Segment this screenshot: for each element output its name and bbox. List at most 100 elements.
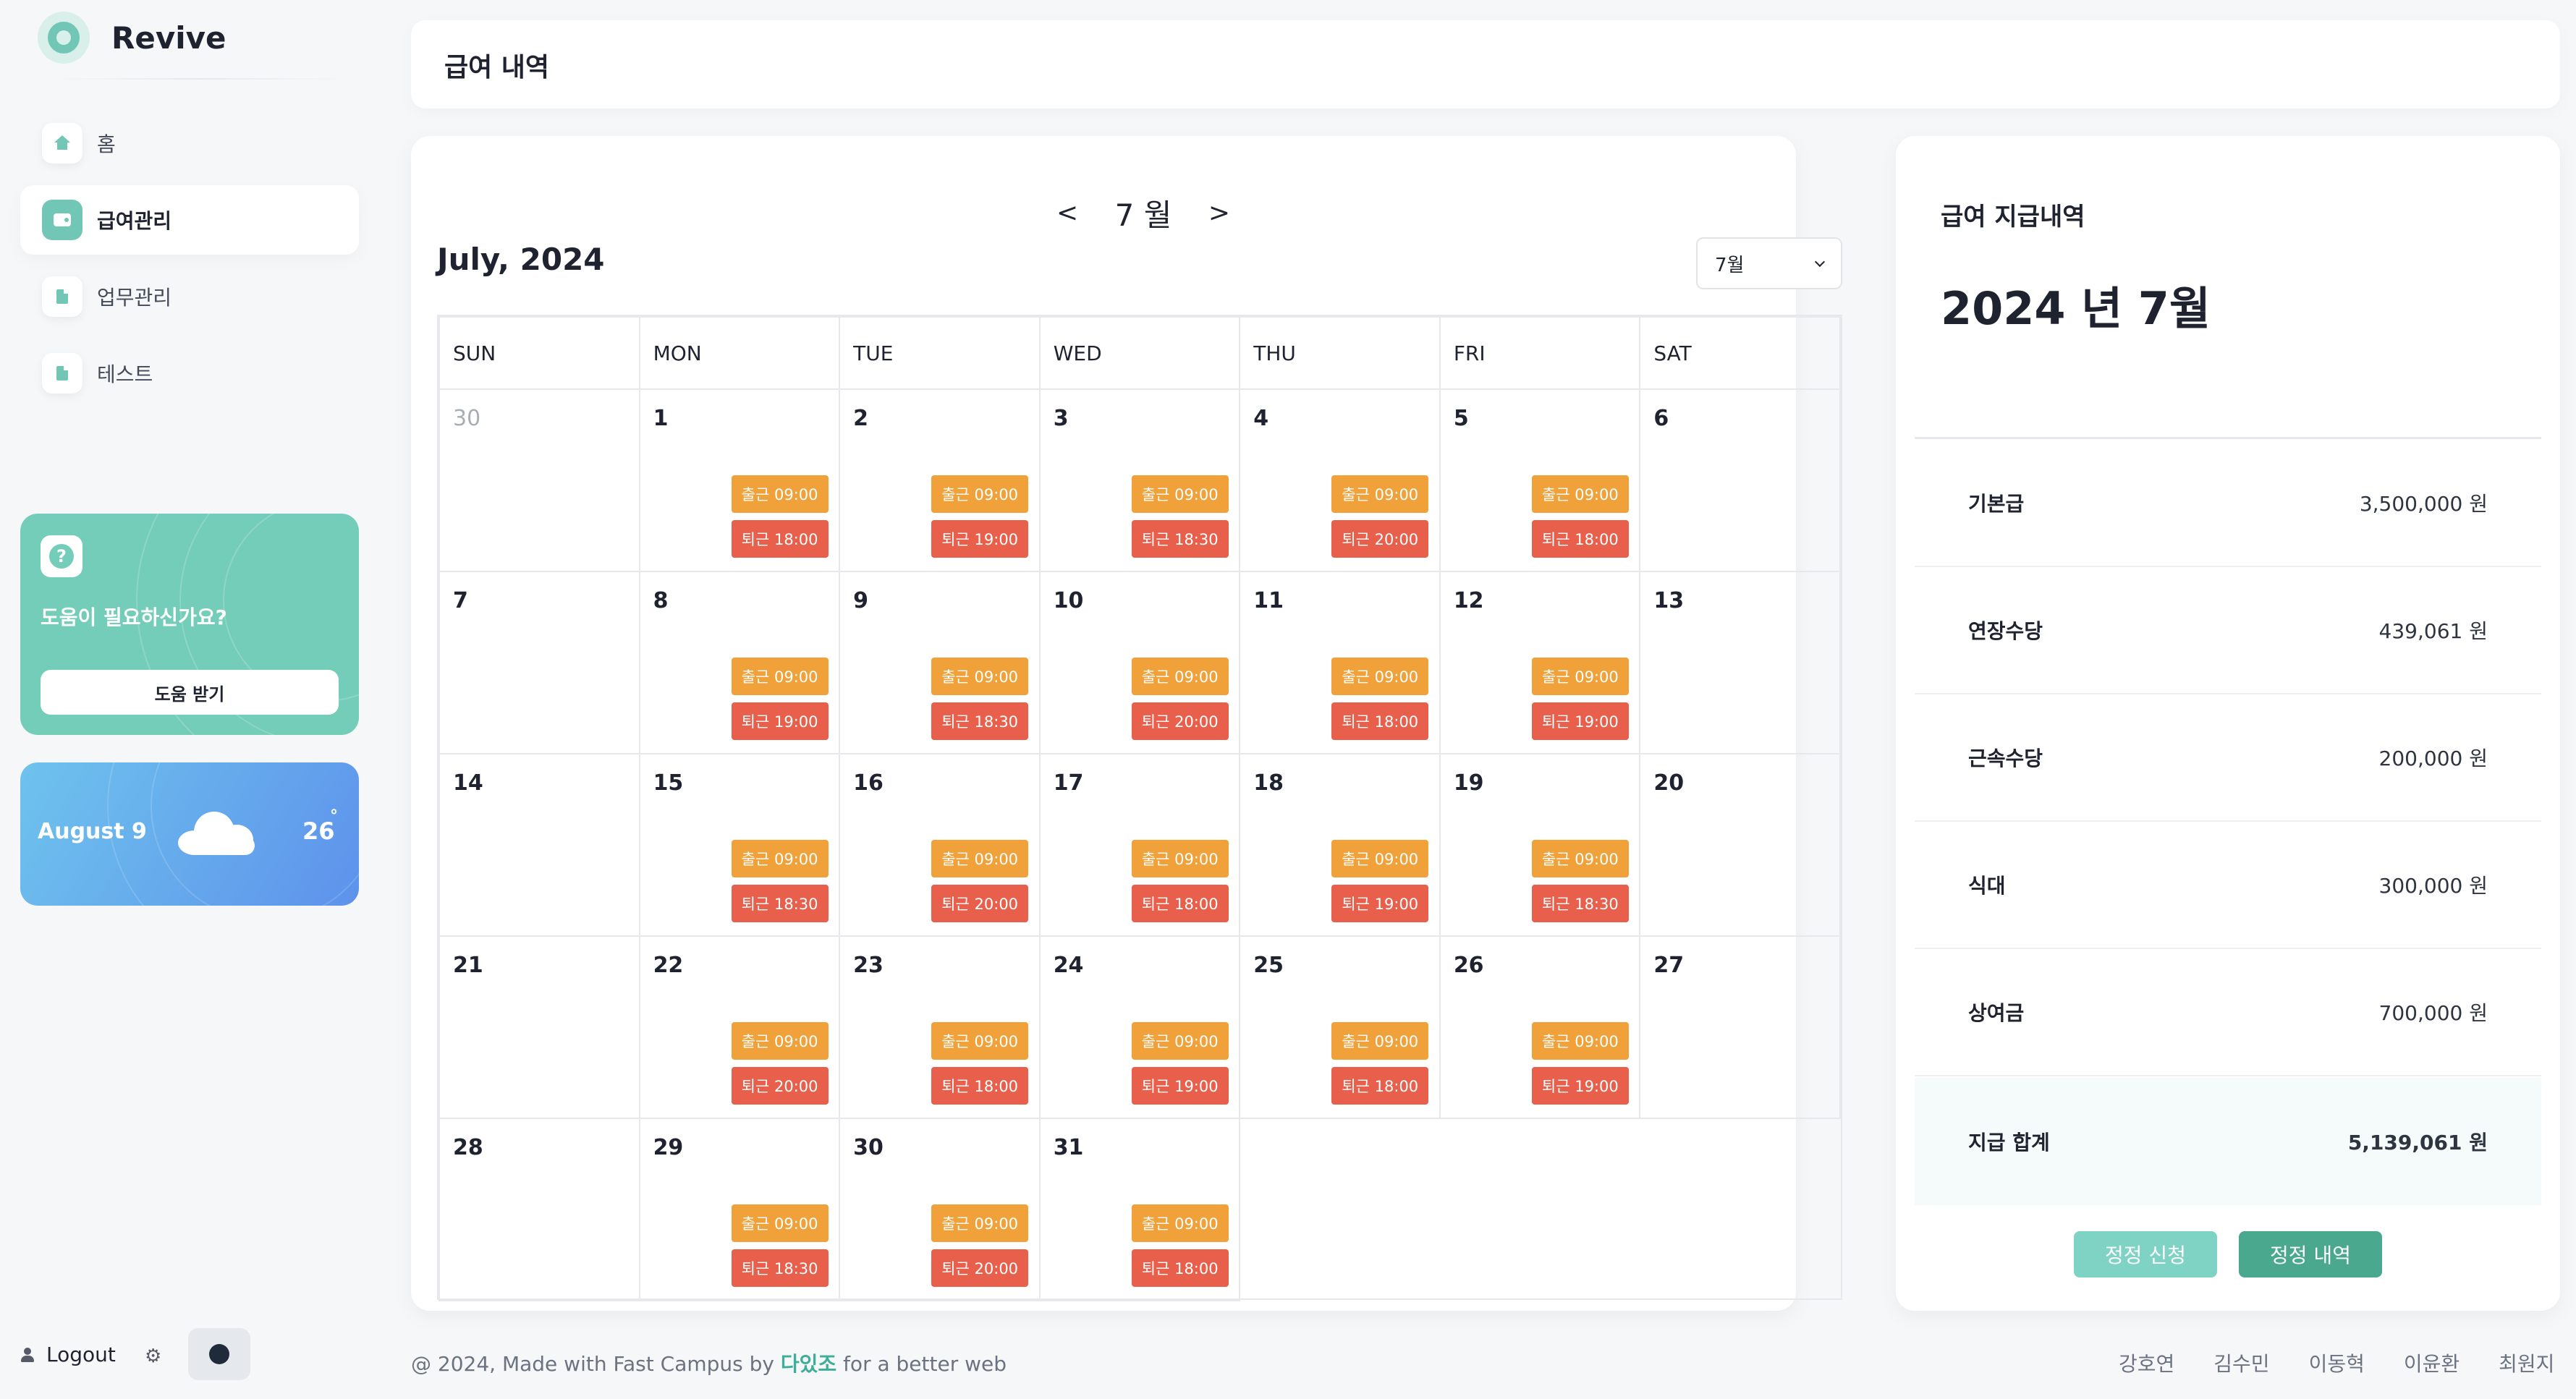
- day-number: 7: [453, 588, 468, 613]
- help-card: ? 도움이 필요하신가요? 도움 받기: [20, 514, 359, 735]
- calendar-day-cell[interactable]: 6: [1639, 388, 1841, 572]
- month-select[interactable]: 7월: [1696, 237, 1842, 289]
- clock-out-badge: 퇴근 18:00: [1531, 520, 1629, 558]
- calendar-day-cell[interactable]: 14: [438, 753, 640, 937]
- clock-in-badge: 출근 09:00: [731, 840, 829, 877]
- calendar-day-cell[interactable]: 25 출근 09:00 퇴근 18:00: [1239, 935, 1441, 1119]
- clock-in-badge: 출근 09:00: [1331, 840, 1429, 877]
- calendar-day-cell[interactable]: 8 출근 09:00 퇴근 19:00: [638, 571, 841, 754]
- calendar-day-cell[interactable]: 18 출근 09:00 퇴근 19:00: [1239, 753, 1441, 937]
- pay-divider: [1915, 437, 2541, 439]
- clock-out-badge: 퇴근 20:00: [1331, 520, 1429, 558]
- clock-in-badge: 출근 09:00: [1331, 1022, 1429, 1060]
- calendar-day-cell[interactable]: 12 출근 09:00 퇴근 19:00: [1439, 571, 1641, 754]
- clock-out-badge: 퇴근 19:00: [1131, 1067, 1229, 1105]
- footer-link[interactable]: 이동혁: [2309, 1348, 2365, 1377]
- calendar-day-cell[interactable]: 4 출근 09:00 퇴근 20:00: [1239, 388, 1441, 572]
- footer-link[interactable]: 최원지: [2499, 1348, 2554, 1377]
- calendar-day-cell[interactable]: 26 출근 09:00 퇴근 19:00: [1439, 935, 1641, 1119]
- calendar-day-cell[interactable]: 11 출근 09:00 퇴근 18:00: [1239, 571, 1441, 754]
- correction-request-button[interactable]: 정정 신청: [2074, 1231, 2217, 1277]
- sidebar-item-payroll[interactable]: 급여관리: [20, 185, 359, 255]
- calendar-day-cell[interactable]: 23 출근 09:00 퇴근 18:00: [839, 935, 1041, 1119]
- calendar-day-cell[interactable]: 30 출근 09:00 퇴근 20:00: [839, 1118, 1041, 1301]
- calendar-day-cell[interactable]: 28: [438, 1118, 640, 1301]
- pay-heading: 급여 지급내역: [1941, 203, 2085, 231]
- day-number: 17: [1053, 770, 1084, 796]
- calendar-day-cell[interactable]: 7: [438, 571, 640, 754]
- clock-out-badge: 퇴근 20:00: [931, 885, 1029, 922]
- clock-out-badge: 퇴근 18:30: [731, 885, 829, 922]
- calendar-day-cell[interactable]: 17 출근 09:00 퇴근 18:00: [1038, 753, 1241, 937]
- calendar-day-cell[interactable]: 21: [438, 935, 640, 1119]
- day-number: 23: [853, 953, 884, 978]
- day-number: 16: [853, 770, 884, 796]
- day-number: 1: [653, 406, 669, 431]
- calendar-day-cell[interactable]: 20: [1639, 753, 1841, 937]
- pay-row-value: 200,000 원: [2378, 747, 2488, 770]
- calendar-day-cell[interactable]: 2 출근 09:00 퇴근 19:00: [839, 388, 1041, 572]
- footer-links: 강호연 김수민 이동혁 이윤환 최원지: [2119, 1348, 2554, 1377]
- pay-row-label: 상여금: [1968, 1001, 2025, 1025]
- calendar-day-cell[interactable]: 15 출근 09:00 퇴근 18:30: [638, 753, 841, 937]
- gear-icon[interactable]: ⚙: [145, 1345, 161, 1367]
- calendar-day-cell[interactable]: 24 출근 09:00 퇴근 19:00: [1038, 935, 1241, 1119]
- logout-button[interactable]: Logout: [20, 1343, 116, 1366]
- calendar-day-cell[interactable]: 10 출근 09:00 퇴근 20:00: [1038, 571, 1241, 754]
- footer-credit: @ 2024, Made with Fast Campus by 다있조 for…: [411, 1348, 1007, 1377]
- weekday-header-cell: SUN: [438, 316, 640, 390]
- footer-link[interactable]: 김수민: [2213, 1348, 2269, 1377]
- calendar-day-cell[interactable]: 16 출근 09:00 퇴근 20:00: [839, 753, 1041, 937]
- sidebar-item-test[interactable]: 테스트: [20, 339, 359, 408]
- clock-in-badge: 출근 09:00: [1131, 1204, 1229, 1242]
- footer-team-link[interactable]: 다있조: [781, 1352, 836, 1376]
- day-number: 9: [853, 588, 868, 613]
- sidebar-item-label: 테스트: [97, 362, 153, 386]
- pay-row-value: 300,000 원: [2378, 874, 2488, 898]
- calendar-day-cell[interactable]: 9 출근 09:00 퇴근 18:30: [839, 571, 1041, 754]
- calendar-day-cell[interactable]: 5 출근 09:00 퇴근 18:00: [1439, 388, 1641, 572]
- sidebar-item-tasks[interactable]: 업무관리: [20, 262, 359, 331]
- day-number: 26: [1453, 953, 1484, 978]
- calendar-day-cell[interactable]: 19 출근 09:00 퇴근 18:30: [1439, 753, 1641, 937]
- brand-logo[interactable]: Revive: [38, 9, 356, 67]
- pay-row-label: 식대: [1968, 874, 2006, 898]
- help-title: 도움이 필요하신가요?: [41, 605, 227, 629]
- weekday-header-cell: THU: [1239, 316, 1441, 390]
- pay-total-value: 5,139,061 원: [2347, 1131, 2488, 1155]
- get-help-button[interactable]: 도움 받기: [41, 670, 339, 715]
- day-number: 22: [653, 953, 684, 978]
- calendar-week-row: 7 8 출근 09:00 퇴근 19:00 9 출근 09:00 퇴근 18:30 10 출근 …: [438, 571, 1841, 754]
- next-month-button[interactable]: >: [1208, 198, 1230, 228]
- clock-out-badge: 퇴근 18:30: [931, 702, 1029, 740]
- clock-out-badge: 퇴근 18:30: [1531, 885, 1629, 922]
- prev-month-button[interactable]: <: [1056, 198, 1078, 228]
- clock-out-badge: 퇴근 20:00: [731, 1067, 829, 1105]
- day-number: 29: [653, 1135, 684, 1160]
- day-number: 14: [453, 770, 483, 796]
- calendar-day-cell[interactable]: 30: [438, 388, 640, 572]
- footer-link[interactable]: 강호연: [2119, 1348, 2174, 1377]
- question-icon: ?: [41, 535, 82, 577]
- calendar-week-row: 21 22 출근 09:00 퇴근 20:00 23 출근 09:00 퇴근 18:00 24…: [438, 935, 1841, 1119]
- brand-name: Revive: [111, 20, 226, 56]
- clock-out-badge: 퇴근 19:00: [1531, 702, 1629, 740]
- sidebar-item-label: 홈: [97, 132, 116, 156]
- clock-out-badge: 퇴근 18:00: [931, 1067, 1029, 1105]
- theme-toggle[interactable]: [188, 1328, 250, 1380]
- calendar-day-cell[interactable]: 31 출근 09:00 퇴근 18:00: [1038, 1118, 1241, 1301]
- clock-out-badge: 퇴근 18:00: [1131, 1249, 1229, 1287]
- calendar-day-cell[interactable]: 1 출근 09:00 퇴근 18:00: [638, 388, 841, 572]
- calendar-day-cell[interactable]: 13: [1639, 571, 1841, 754]
- clock-in-badge: 출근 09:00: [931, 1022, 1029, 1060]
- footer-link[interactable]: 이윤환: [2404, 1348, 2460, 1377]
- calendar-day-cell[interactable]: 3 출근 09:00 퇴근 18:30: [1038, 388, 1241, 572]
- sidebar-item-home[interactable]: 홈: [20, 109, 359, 178]
- calendar-day-cell[interactable]: 22 출근 09:00 퇴근 20:00: [638, 935, 841, 1119]
- calendar-day-cell[interactable]: 29 출근 09:00 퇴근 18:30: [638, 1118, 841, 1301]
- sidebar-item-label: 급여관리: [97, 209, 172, 233]
- weekday-header-cell: SAT: [1639, 316, 1841, 390]
- calendar-day-cell[interactable]: 27: [1639, 935, 1841, 1119]
- correction-history-button[interactable]: 정정 내역: [2239, 1231, 2382, 1277]
- clock-in-badge: 출근 09:00: [1131, 1022, 1229, 1060]
